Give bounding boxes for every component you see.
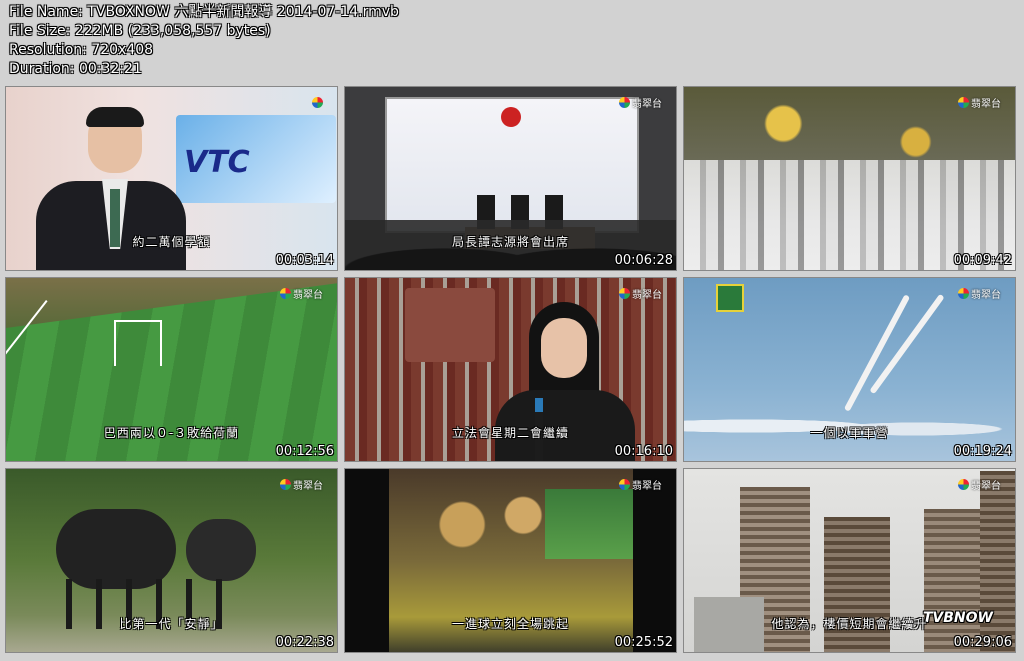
subtitle: 比第一代「安靜」: [119, 617, 224, 631]
subtitle: 他認為，樓價短期會繼續升: [771, 617, 928, 631]
timestamp: 00:22:38: [275, 635, 334, 650]
robot-body: [56, 509, 176, 589]
channel-logo-icon: [280, 478, 291, 490]
resolution: 720x408: [91, 42, 154, 58]
thumbnail-frame[interactable]: 翡翠台 局長譚志源將會出席 00:06:28: [344, 86, 677, 271]
thumbnail-frame[interactable]: 翡翠台 立法會星期二會繼續 00:16:10: [344, 277, 677, 462]
timestamp: 00:03:14: [275, 253, 334, 268]
channel-logo-icon: [619, 96, 630, 108]
thumbnail-frame[interactable]: 翡翠台 比第一代「安靜」 00:22:38: [5, 468, 338, 653]
channel-logo-icon: [958, 478, 969, 490]
file-name: TVBOXNOW 六點半新聞報導 2014-07-14.rmvb: [87, 4, 399, 20]
thumbnail-frame[interactable]: 翡翠台 00:09:42: [683, 86, 1016, 271]
subtitle: 一進球立刻全場跳起: [451, 617, 569, 631]
channel-logo: 翡翠台: [958, 286, 1001, 301]
timestamp: 00:06:28: [614, 253, 673, 268]
channel-logo-icon: [619, 478, 630, 490]
thumbnail-frame[interactable]: 翡翠台 一個以軍軍營 00:19:24: [683, 277, 1016, 462]
channel-logo: [312, 95, 323, 109]
file-size: 222MB (233,058,557 bytes): [74, 23, 271, 39]
subtitle: 立法會星期二會繼續: [451, 426, 569, 440]
duration-row: Duration: 00:32:21: [9, 61, 142, 77]
thumbnail-frame[interactable]: 翡翠台 巴西兩以０-３敗給荷蘭 00:12:56: [5, 277, 338, 462]
emblem: [501, 107, 521, 127]
subtitle: 局長譚志源將會出席: [451, 235, 569, 249]
legco-emblem: [405, 288, 495, 362]
file-size-row: File Size: 222MB (233,058,557 bytes): [9, 23, 271, 39]
channel-logo: 翡翠台: [958, 477, 1001, 492]
timestamp: 00:12:56: [275, 444, 334, 459]
thumbnail-frame[interactable]: 翡翠台 一進球立刻全場跳起 00:25:52: [344, 468, 677, 653]
channel-logo: 翡翠台: [958, 95, 1001, 110]
thumbnail-frame[interactable]: VTC 約二萬個學額 00:03:14: [5, 86, 338, 271]
subtitle: 一個以軍軍營: [810, 426, 889, 440]
timestamp: 00:16:10: [614, 444, 673, 459]
channel-logo: 翡翠台: [280, 286, 323, 301]
station-badge: [716, 284, 744, 312]
duration: 00:32:21: [78, 61, 142, 77]
file-info-header: File Name: TVBOXNOW 六點半新聞報導 2014-07-14.r…: [9, 3, 399, 79]
robot-body: [186, 519, 256, 581]
thumbnail-frame[interactable]: 翡翠台 TVBNOW 他認為，樓價短期會繼續升 00:29:06: [683, 468, 1016, 653]
timestamp: 00:29:06: [953, 635, 1012, 650]
channel-logo: 翡翠台: [280, 477, 323, 492]
channel-logo-icon: [312, 96, 323, 108]
channel-logo: 翡翠台: [619, 286, 662, 301]
vtc-logo-text: VTC: [184, 145, 250, 180]
tower: [824, 517, 890, 652]
resolution-row: Resolution: 720x408: [9, 42, 154, 58]
channel-logo: 翡翠台: [619, 95, 662, 110]
timestamp: 00:25:52: [614, 635, 673, 650]
subtitle: 巴西兩以０-３敗給荷蘭: [103, 426, 240, 440]
channel-logo-icon: [619, 287, 630, 299]
timestamp: 00:09:42: [953, 253, 1012, 268]
trophy-celebration-scene: [684, 87, 1015, 270]
channel-logo-icon: [280, 287, 291, 299]
file-name-row: File Name: TVBOXNOW 六點半新聞報導 2014-07-14.r…: [9, 4, 399, 20]
channel-logo: 翡翠台: [619, 477, 662, 492]
channel-logo-icon: [958, 96, 969, 108]
thumbnail-grid: VTC 約二萬個學額 00:03:14 翡翠台 局長譚志源將會出席 00:06:…: [5, 86, 1019, 654]
timestamp: 00:19:24: [953, 444, 1012, 459]
tv-screen: [545, 489, 633, 559]
goal: [114, 320, 162, 366]
subtitle: 約二萬個學額: [132, 235, 211, 249]
channel-logo-icon: [958, 287, 969, 299]
